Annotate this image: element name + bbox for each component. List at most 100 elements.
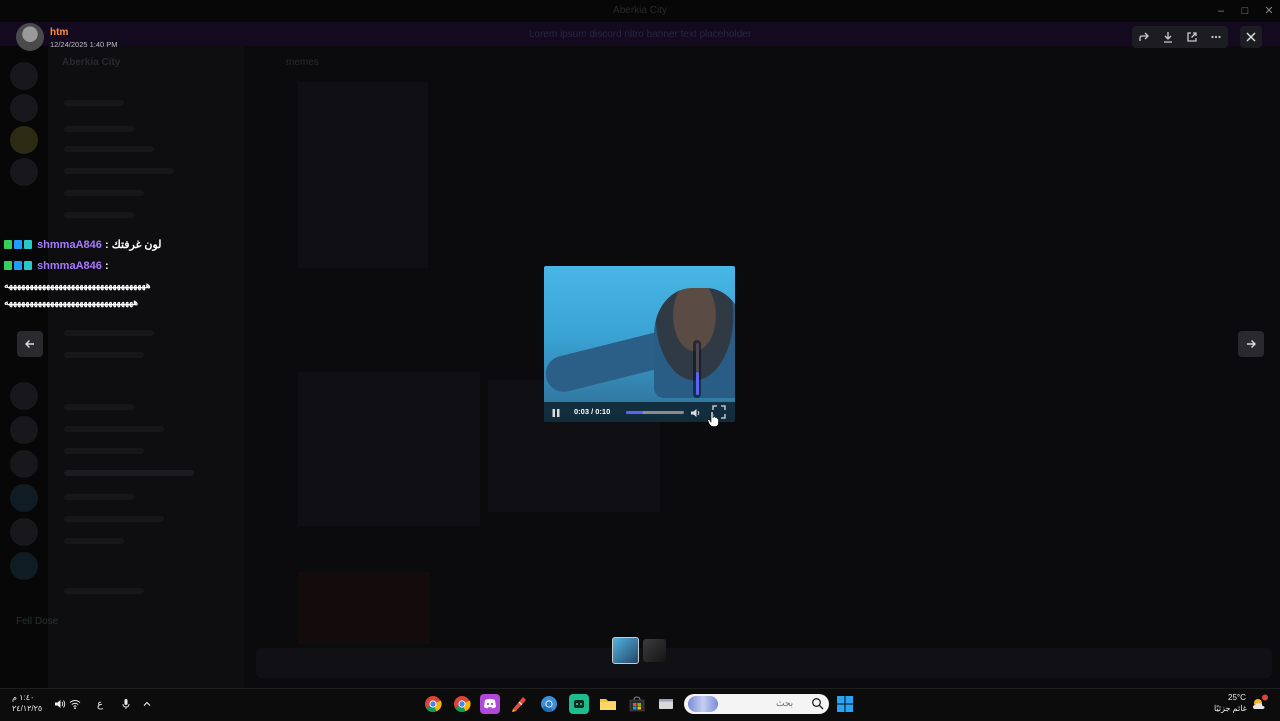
server-icon xyxy=(10,552,38,580)
next-media-button[interactable] xyxy=(1238,331,1264,357)
badge-icon xyxy=(4,261,12,270)
app-icon[interactable] xyxy=(656,694,676,714)
keyboard-language[interactable]: ع xyxy=(93,697,107,711)
chat-header xyxy=(244,46,1280,78)
app-icon[interactable] xyxy=(569,694,589,714)
message-composer xyxy=(256,648,1272,678)
volume-track[interactable] xyxy=(695,343,699,395)
file-explorer-icon[interactable] xyxy=(598,694,618,714)
window-title: Aberkia City xyxy=(613,5,667,16)
post-timestamp: 12/24/2025 1:40 PM xyxy=(50,40,118,49)
microphone-icon[interactable] xyxy=(119,697,133,711)
channel-item xyxy=(64,126,134,132)
external-link-icon xyxy=(1187,32,1197,42)
weather-condition[interactable]: غائم جزئيًا xyxy=(1214,704,1247,713)
store-icon[interactable] xyxy=(627,694,647,714)
taskbar-clock-date[interactable]: ٢٤/١٢/٢٥ xyxy=(12,704,42,713)
chat-username: shmmaA846 xyxy=(37,260,102,272)
message-image xyxy=(298,572,430,644)
channel-item xyxy=(64,404,134,410)
chat-message: shmmaA846 : لون غرفتك xyxy=(4,238,162,251)
server-icon xyxy=(10,416,38,444)
maximize-button[interactable]: □ xyxy=(1234,2,1256,20)
search-highlight-image xyxy=(688,696,718,712)
message-image xyxy=(298,82,428,268)
more-icon xyxy=(1211,35,1221,39)
speaker-icon xyxy=(691,409,700,417)
volume-level xyxy=(695,371,699,395)
wifi-icon[interactable] xyxy=(68,697,82,711)
seek-bar[interactable] xyxy=(626,410,684,414)
server-icon xyxy=(10,484,38,512)
window-close-button[interactable]: ✕ xyxy=(1258,2,1280,20)
avatar[interactable] xyxy=(16,23,44,51)
chat-message: shmmaA846 : xyxy=(4,260,109,272)
channel-item xyxy=(64,494,134,500)
show-hidden-icons-chevron-icon[interactable] xyxy=(140,697,154,711)
minimize-button[interactable]: – xyxy=(1210,2,1232,20)
author-name[interactable]: htm xyxy=(50,27,68,38)
volume-slider[interactable] xyxy=(693,340,701,398)
previous-media-button[interactable] xyxy=(17,331,43,357)
app-icon[interactable] xyxy=(509,694,529,714)
background-titlebar: Aberkia City – □ ✕ xyxy=(0,0,1280,22)
channel-item xyxy=(64,426,164,432)
badge-icon xyxy=(24,240,32,249)
chat-text: : xyxy=(104,260,109,272)
discord-icon[interactable] xyxy=(480,694,500,714)
pause-button[interactable] xyxy=(550,406,562,418)
media-thumbnail[interactable] xyxy=(643,639,666,662)
channel-item xyxy=(64,538,124,544)
close-icon xyxy=(1246,32,1256,42)
channel-item xyxy=(64,588,144,594)
taskbar-clock-time[interactable]: ١:٤٠ م xyxy=(12,693,34,702)
chrome-icon[interactable] xyxy=(452,694,472,714)
volume-button[interactable] xyxy=(690,406,702,418)
video-player[interactable]: 0:03 / 0:10 xyxy=(544,266,735,422)
server-icon xyxy=(10,158,38,186)
promo-banner-text: Lorem ipsum discord nitro banner text pl… xyxy=(528,29,752,40)
seek-progress xyxy=(626,410,644,414)
channel-item xyxy=(64,212,134,218)
badge-icon xyxy=(14,240,22,249)
arrow-left-icon xyxy=(25,340,34,348)
promo-banner: Lorem ipsum discord nitro banner text pl… xyxy=(0,22,1280,46)
pause-icon xyxy=(552,409,560,417)
search-placeholder: بحث xyxy=(776,698,794,708)
open-external-button[interactable] xyxy=(1180,26,1204,48)
server-icon xyxy=(10,382,38,410)
viewer-action-bar xyxy=(1132,26,1228,48)
more-options-button[interactable] xyxy=(1204,26,1228,48)
media-thumbnail-selected[interactable] xyxy=(612,637,639,664)
server-rail xyxy=(0,46,48,688)
arrow-right-icon xyxy=(1247,340,1256,348)
badge-icon xyxy=(24,261,32,270)
badge-icon xyxy=(4,240,12,249)
download-icon xyxy=(1164,32,1172,43)
channel-item xyxy=(64,352,144,358)
forward-icon xyxy=(1139,32,1149,41)
server-icon xyxy=(10,518,38,546)
chat-username: shmmaA846 xyxy=(37,239,102,251)
channel-item xyxy=(64,516,164,522)
download-button[interactable] xyxy=(1156,26,1180,48)
chrome-icon[interactable] xyxy=(423,694,443,714)
server-icon xyxy=(10,94,38,122)
server-name: Aberkia City xyxy=(62,57,121,68)
hand-cursor-icon xyxy=(707,411,719,427)
chrome-icon[interactable] xyxy=(539,694,559,714)
volume-tray-icon[interactable] xyxy=(53,697,67,711)
channel-item xyxy=(64,100,124,106)
weather-temperature[interactable]: 25°C xyxy=(1228,693,1246,702)
forward-button[interactable] xyxy=(1132,26,1156,48)
channel-item xyxy=(64,448,144,454)
taskbar-search[interactable]: بحث xyxy=(684,694,829,714)
windows-start-icon[interactable] xyxy=(836,695,854,713)
video-time: 0:03 / 0:10 xyxy=(574,407,611,416)
weather-icon[interactable] xyxy=(1250,694,1268,712)
server-icon xyxy=(10,62,38,90)
server-icon xyxy=(10,450,38,478)
search-icon xyxy=(812,698,824,710)
close-viewer-button[interactable] xyxy=(1240,26,1262,48)
chat-text: : لون غرفتك xyxy=(104,239,162,251)
